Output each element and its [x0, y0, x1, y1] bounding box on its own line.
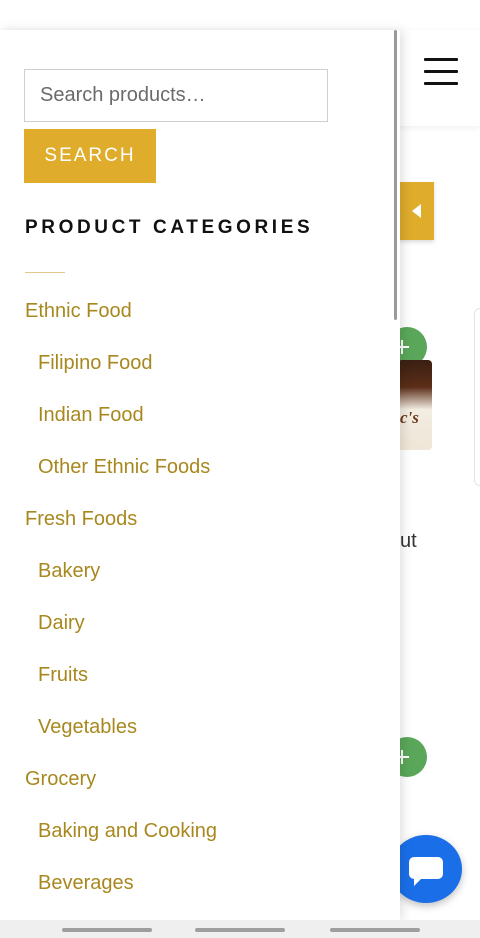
- category-item[interactable]: Beverages: [0, 857, 400, 909]
- hamburger-menu-icon[interactable]: [424, 58, 458, 86]
- nav-recents-gesture[interactable]: [330, 928, 420, 932]
- product-image[interactable]: c's: [398, 360, 432, 450]
- category-item[interactable]: Other Ethnic Foods: [0, 441, 400, 493]
- category-item[interactable]: Indian Food: [0, 389, 400, 441]
- category-list: Ethnic Food Filipino Food Indian Food Ot…: [0, 285, 400, 909]
- drawer-scrollbar[interactable]: [394, 30, 397, 320]
- category-item[interactable]: Vegetables: [0, 701, 400, 753]
- category-item[interactable]: Grocery: [0, 753, 400, 805]
- category-item[interactable]: Fruits: [0, 649, 400, 701]
- search-button[interactable]: SEARCH: [24, 129, 156, 183]
- chat-button[interactable]: [390, 835, 462, 903]
- category-item[interactable]: Baking and Cooking: [0, 805, 400, 857]
- chat-bubble-icon: [409, 857, 443, 879]
- nav-home-gesture[interactable]: [195, 928, 285, 932]
- category-item[interactable]: Dairy: [0, 597, 400, 649]
- category-item[interactable]: Bakery: [0, 545, 400, 597]
- nav-back-gesture[interactable]: [62, 928, 152, 932]
- product-image-label: c's: [400, 408, 419, 427]
- search-input[interactable]: [24, 69, 328, 122]
- chevron-left-icon: [412, 204, 421, 218]
- product-categories-heading: PRODUCT CATEGORIES: [25, 217, 314, 238]
- drawer-toggle-button[interactable]: [398, 182, 434, 240]
- category-item[interactable]: Filipino Food: [0, 337, 400, 389]
- category-item[interactable]: Fresh Foods: [0, 493, 400, 545]
- product-title-partial: ut: [400, 530, 417, 552]
- category-item[interactable]: Ethnic Food: [0, 285, 400, 337]
- product-card-edge: [474, 308, 480, 486]
- product-categories-drawer: SEARCH PRODUCT CATEGORIES Ethnic Food Fi…: [0, 30, 400, 920]
- heading-divider: [25, 272, 65, 273]
